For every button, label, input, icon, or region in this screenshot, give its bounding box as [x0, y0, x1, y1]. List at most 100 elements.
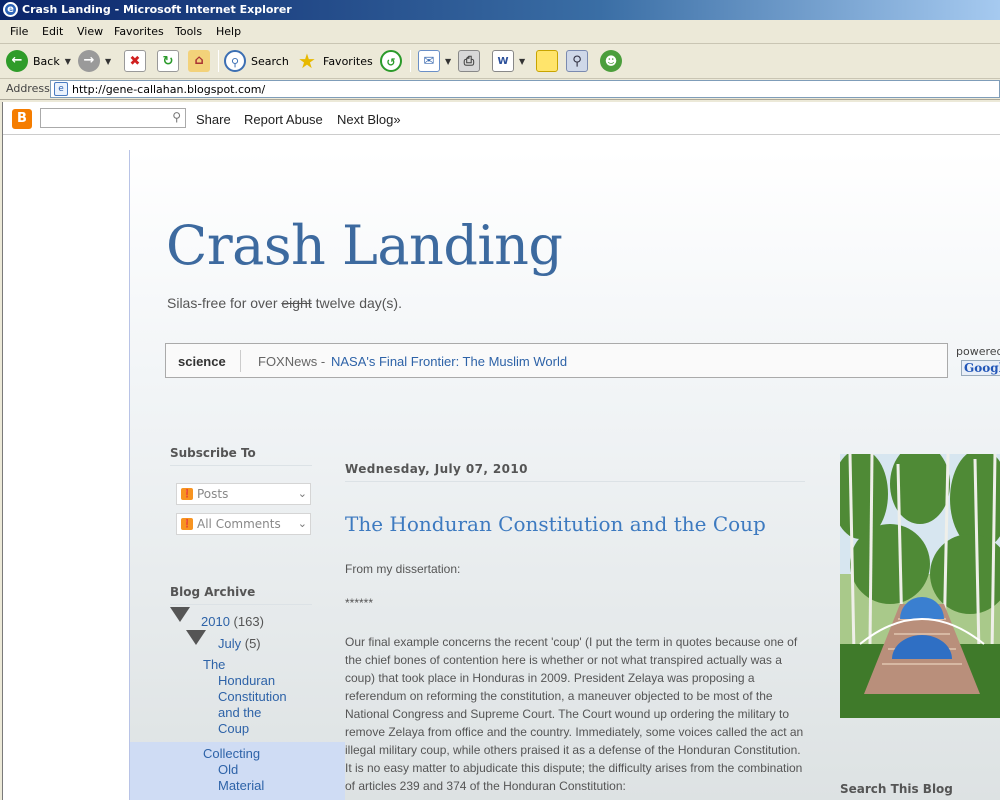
internet-explorer-icon: e [3, 2, 18, 17]
edit-document-icon: W [492, 50, 514, 72]
search-icon[interactable]: ⚲ [172, 110, 181, 124]
expand-toggle-icon[interactable] [186, 630, 206, 645]
archive-post-link[interactable]: Material [218, 778, 264, 794]
menu-file[interactable]: File [10, 25, 28, 38]
mail-button[interactable]: ✉ ▼ [418, 48, 451, 74]
menu-view[interactable]: View [77, 25, 103, 38]
window-title: Crash Landing - Microsoft Internet Explo… [22, 3, 292, 16]
blog-description-text: Silas-free for over [167, 295, 282, 311]
menu-help[interactable]: Help [216, 25, 241, 38]
sticky-note-icon [536, 50, 558, 72]
history-button[interactable]: ↺ [380, 48, 402, 74]
archive-year-link[interactable]: 2010 [201, 614, 230, 629]
history-icon: ↺ [380, 50, 402, 72]
share-link[interactable]: Share [196, 112, 231, 127]
archive-month-count: (5) [244, 636, 261, 651]
back-label: Back [33, 54, 60, 68]
address-field[interactable]: e http://gene-callahan.blogspot.com/ [50, 80, 1000, 98]
garden-stairs-photo [840, 454, 1000, 718]
post-body: Our final example concerns the recent 'c… [345, 635, 804, 793]
forward-button[interactable]: → ▼ [78, 48, 111, 74]
archive-post-link[interactable]: Coup [218, 721, 249, 737]
archive-post-link[interactable]: and the [218, 705, 261, 721]
back-arrow-icon: ← [6, 50, 28, 72]
window-title-bar: e Crash Landing - Microsoft Internet Exp… [0, 0, 1000, 20]
favorites-button[interactable]: ★ Favorites [296, 48, 373, 74]
news-headline-link[interactable]: NASA's Final Frontier: The Muslim World [331, 354, 567, 369]
date-divider [345, 481, 805, 482]
next-blog-link[interactable]: Next Blog» [337, 112, 401, 127]
blog-description-strike: eight [281, 295, 312, 311]
page-viewport: B ⚲ Share Report Abuse Next Blog» Crash … [2, 102, 1000, 800]
expand-toggle-icon[interactable] [170, 607, 190, 622]
research-icon: ⚲ [566, 50, 588, 72]
messenger-icon: ☻ [600, 50, 622, 72]
news-bar: science FOXNews - NASA's Final Frontier:… [165, 343, 948, 378]
blog-title[interactable]: Crash Landing [166, 214, 563, 277]
news-divider [240, 350, 241, 372]
address-label: Address [6, 82, 50, 95]
blog-content: Crash Landing Silas-free for over eight … [129, 150, 1000, 800]
menu-bar: File Edit View Favorites Tools Help [0, 20, 1000, 44]
research-button[interactable]: ⚲ [566, 48, 588, 74]
menu-favorites[interactable]: Favorites [114, 25, 164, 38]
post-title-link[interactable]: The Honduran Constitution and the Coup [345, 512, 766, 536]
forward-arrow-icon: → [78, 50, 100, 72]
feed-select-label: Posts [197, 487, 229, 501]
page-icon: e [54, 82, 68, 96]
archive-post-link[interactable]: Honduran [218, 673, 275, 689]
archive-post-link[interactable]: The [203, 657, 225, 673]
blog-description: Silas-free for over eight twelve day(s). [167, 295, 402, 311]
photo-illustration [840, 454, 1000, 718]
subscribe-heading: Subscribe To [170, 446, 312, 466]
home-icon: ⌂ [188, 50, 210, 72]
news-source: FOXNews - [258, 354, 326, 369]
discuss-button[interactable] [536, 48, 558, 74]
search-button[interactable]: ⚲ Search [224, 48, 289, 74]
back-button[interactable]: ← Back ▼ [6, 48, 71, 74]
stop-button[interactable]: ✖ [124, 48, 146, 74]
powered-by-label: powered [956, 345, 1000, 358]
home-button[interactable]: ⌂ [188, 48, 210, 74]
menu-tools[interactable]: Tools [175, 25, 202, 38]
search-blog-heading: Search This Blog [840, 782, 953, 796]
toolbar-separator [218, 50, 219, 72]
refresh-button[interactable]: ↻ [157, 48, 179, 74]
address-url[interactable]: http://gene-callahan.blogspot.com/ [72, 83, 265, 96]
rss-icon: ❗ [181, 488, 193, 500]
archive-month-link[interactable]: July [218, 636, 241, 651]
blogger-navbar: B ⚲ Share Report Abuse Next Blog» [3, 102, 1000, 135]
toolbar: ← Back ▼ → ▼ ✖ ↻ ⌂ ⚲ Search ★ Favorites … [0, 44, 1000, 79]
navbar-search-input[interactable]: ⚲ [40, 108, 186, 128]
search-label: Search [251, 54, 289, 68]
post-separator-stars: ****** [345, 596, 374, 610]
stop-icon: ✖ [124, 50, 146, 72]
chevron-down-icon[interactable]: ▼ [445, 57, 451, 66]
report-abuse-link[interactable]: Report Abuse [244, 112, 323, 127]
archive-post-link[interactable]: Collecting [203, 746, 260, 762]
rss-icon: ❗ [181, 518, 193, 530]
edit-button[interactable]: W ▼ [492, 48, 525, 74]
archive-post-link[interactable]: Constitution [218, 689, 287, 705]
menu-edit[interactable]: Edit [42, 25, 63, 38]
chevron-down-icon[interactable]: ▼ [519, 57, 525, 66]
refresh-icon: ↻ [157, 50, 179, 72]
chevron-down-icon[interactable]: ▼ [105, 57, 111, 66]
feed-select-posts[interactable]: ❗ Posts ⌄ [176, 483, 311, 505]
mail-icon: ✉ [418, 50, 440, 72]
feed-select-comments[interactable]: ❗ All Comments ⌄ [176, 513, 311, 535]
chevron-down-icon[interactable]: ▼ [65, 57, 71, 66]
post-date: Wednesday, July 07, 2010 [345, 462, 528, 476]
messenger-button[interactable]: ☻ [600, 48, 622, 74]
archive-post-link[interactable]: Old [218, 762, 238, 778]
print-button[interactable]: ⎙ [458, 48, 480, 74]
blogger-logo-icon[interactable]: B [12, 109, 32, 129]
search-icon: ⚲ [224, 50, 246, 72]
feed-select-label: All Comments [197, 517, 281, 531]
post-intro: From my dissertation: [345, 562, 461, 576]
print-icon: ⎙ [458, 50, 480, 72]
chevron-down-icon: ⌄ [297, 487, 307, 500]
google-logo[interactable]: Google [961, 360, 1000, 376]
chevron-down-icon: ⌄ [297, 517, 307, 530]
address-bar: Address e http://gene-callahan.blogspot.… [0, 79, 1000, 100]
